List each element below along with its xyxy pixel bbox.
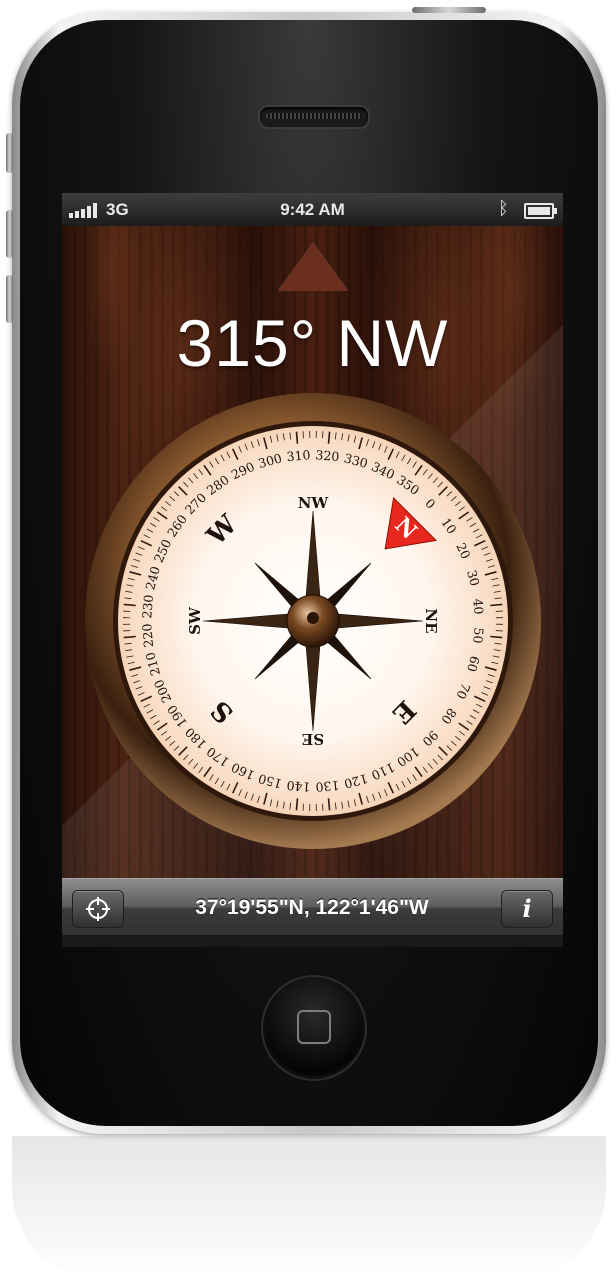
device-reflection (12, 1136, 606, 1280)
direction-label: SE (302, 730, 324, 748)
earpiece-speaker (258, 105, 370, 129)
compass-dial: 0102030405060708090100110120130140150160… (85, 393, 541, 849)
screen: 3G 9:42 AM ᛒ 315° NW 0 10 20 30 40 50 60… (62, 193, 563, 947)
degree-tick (327, 431, 331, 444)
degree-tick (295, 798, 299, 811)
ringer-switch[interactable] (6, 133, 13, 173)
degree-tick (490, 635, 503, 639)
direction-label: NW (298, 494, 330, 512)
sleep-wake-button[interactable] (412, 7, 486, 13)
heading-pointer-icon (278, 243, 348, 291)
degree-tick (327, 798, 331, 811)
heading-readout: 315° NW (176, 306, 449, 380)
degree-label: 230 (139, 594, 156, 619)
degree-label: 220 (139, 623, 156, 648)
degree-label: 320 (315, 447, 340, 464)
home-button[interactable] (261, 975, 367, 1081)
crosshair-icon (86, 897, 110, 921)
bottom-toolbar: 37°19'55"N, 122°1'46"W i (62, 878, 563, 936)
coordinates-label: 37°19'55"N, 122°1'46"W (195, 896, 429, 919)
degree-tick (490, 603, 503, 607)
locate-button[interactable] (72, 890, 124, 928)
degree-label: 130 (315, 778, 340, 795)
compass: 0 10 20 30 40 50 60 70 80 90 100 110 120 130 140 150 160… (83, 391, 543, 851)
degree-tick (123, 603, 136, 607)
battery-icon (524, 203, 557, 219)
degree-tick (295, 431, 299, 444)
bluetooth-icon: ᛒ (498, 198, 509, 218)
degree-label: 140 (286, 778, 311, 795)
degree-label: 50 (470, 627, 486, 644)
compass-pivot (307, 612, 319, 624)
degree-tick (123, 635, 136, 639)
volume-up-button[interactable] (6, 210, 13, 258)
volume-down-button[interactable] (6, 275, 13, 323)
status-bar: 3G 9:42 AM ᛒ (62, 193, 563, 226)
status-time: 9:42 AM (280, 200, 345, 219)
degree-label: 40 (470, 598, 486, 615)
screen-bezel-bottom (62, 935, 563, 947)
direction-label: NE (422, 608, 440, 633)
direction-label: SW (186, 606, 204, 635)
degree-label: 310 (286, 447, 311, 464)
info-button[interactable]: i (501, 890, 553, 928)
home-square-icon (297, 1010, 331, 1044)
